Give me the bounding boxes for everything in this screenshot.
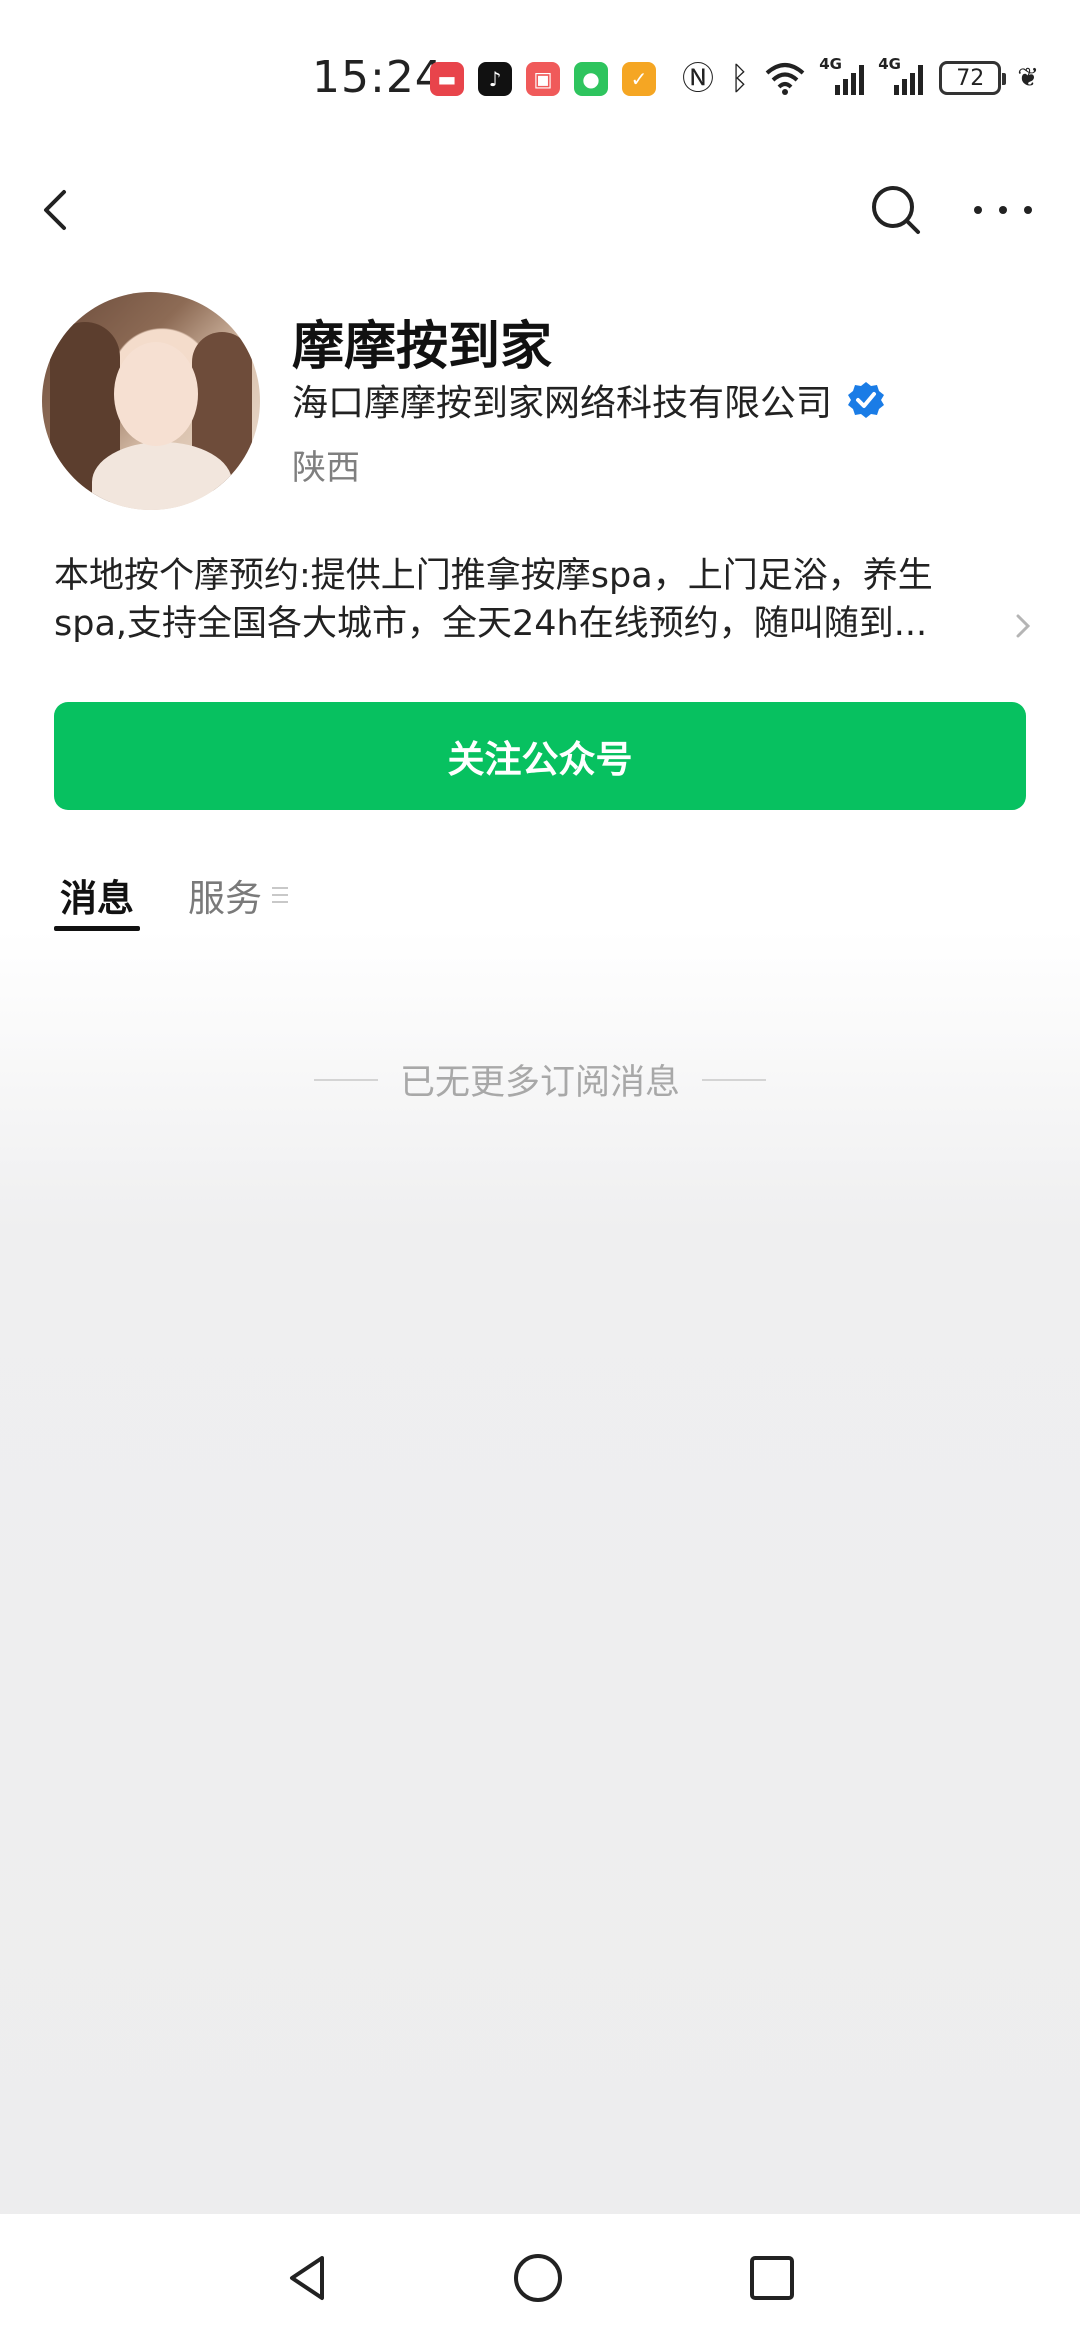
signal-strength-icon-2: 4G xyxy=(878,55,924,95)
battery-level: 72 xyxy=(956,65,985,91)
nav-recent-square-icon[interactable] xyxy=(744,2250,800,2306)
battery-indicator: 72 xyxy=(939,61,1007,95)
tab-services-label: 服务 xyxy=(188,877,262,920)
more-dot xyxy=(999,206,1007,214)
red-app-icon: ▣ xyxy=(526,62,560,96)
account-description[interactable]: 本地按个摩预约:提供上门推拿按摩spa，上门足浴，养生 spa,支持全国各大城市… xyxy=(54,552,1014,648)
tab-services[interactable]: 服务 xyxy=(188,868,288,922)
search-icon xyxy=(872,186,920,234)
back-chevron-icon xyxy=(44,190,66,230)
bluetooth-icon: ᛒ xyxy=(730,59,750,97)
menu-lines-icon xyxy=(272,887,288,903)
tab-messages[interactable]: 消息 xyxy=(60,868,134,922)
back-button[interactable] xyxy=(28,180,88,240)
more-dot xyxy=(1024,206,1032,214)
avatar[interactable] xyxy=(42,292,260,510)
company-name: 海口摩摩按到家网络科技有限公司 xyxy=(292,383,833,424)
network-type-label: 4G xyxy=(819,55,842,73)
signal-strength-icon-1: 4G xyxy=(819,55,865,95)
more-dots-icon xyxy=(974,206,982,214)
active-tab-indicator xyxy=(54,926,140,931)
divider-line xyxy=(702,1078,766,1081)
account-name: 摩摩按到家 xyxy=(292,317,553,377)
verified-badge-icon xyxy=(848,382,885,418)
divider-line xyxy=(313,1078,378,1081)
description-line-1: 本地按个摩预约:提供上门推拿按摩spa，上门足浴，养生 xyxy=(54,556,933,596)
follow-button[interactable]: 关注公众号 xyxy=(54,702,1026,810)
chevron-right-icon[interactable] xyxy=(1008,606,1038,646)
description-line-2: spa,支持全国各大城市，全天24h在线预约，随叫随到... xyxy=(54,604,928,644)
orange-app-icon: ✓ xyxy=(622,62,656,96)
location: 陕西 xyxy=(292,448,360,488)
wifi-icon xyxy=(765,63,805,95)
notification-app-icons: ▬ ♪ ▣ ● ✓ xyxy=(430,62,656,96)
empty-state: 已无更多订阅消息 xyxy=(0,1054,1080,1105)
company-info[interactable]: 海口摩摩按到家网络科技有限公司 xyxy=(292,374,886,426)
nfc-icon: Ⓝ xyxy=(682,59,715,97)
huawei-icon: ▬ xyxy=(430,62,464,96)
empty-state-text: 已无更多订阅消息 xyxy=(399,1063,680,1103)
avatar-face xyxy=(114,342,198,446)
leaf-icon: ❦ xyxy=(1017,63,1040,93)
system-nav-bar xyxy=(0,2214,1080,2340)
status-bar: 15:24 ▬ ♪ ▣ ● ✓ Ⓝ ᛒ 4G 4G 72 ❦ xyxy=(0,0,1080,160)
search-button[interactable] xyxy=(866,180,926,240)
tab-messages-label: 消息 xyxy=(60,877,134,920)
more-options-button[interactable] xyxy=(968,180,1038,240)
nav-back-triangle-icon[interactable] xyxy=(280,2250,336,2306)
status-time: 15:24 xyxy=(312,52,444,103)
network-type-label: 4G xyxy=(878,55,901,73)
tiktok-icon: ♪ xyxy=(478,62,512,96)
wechat-icon: ● xyxy=(574,62,608,96)
top-nav-bar xyxy=(0,160,1080,250)
nav-home-circle-icon[interactable] xyxy=(510,2250,566,2306)
system-icons: Ⓝ ᛒ 4G 4G 72 ❦ xyxy=(682,55,1040,98)
